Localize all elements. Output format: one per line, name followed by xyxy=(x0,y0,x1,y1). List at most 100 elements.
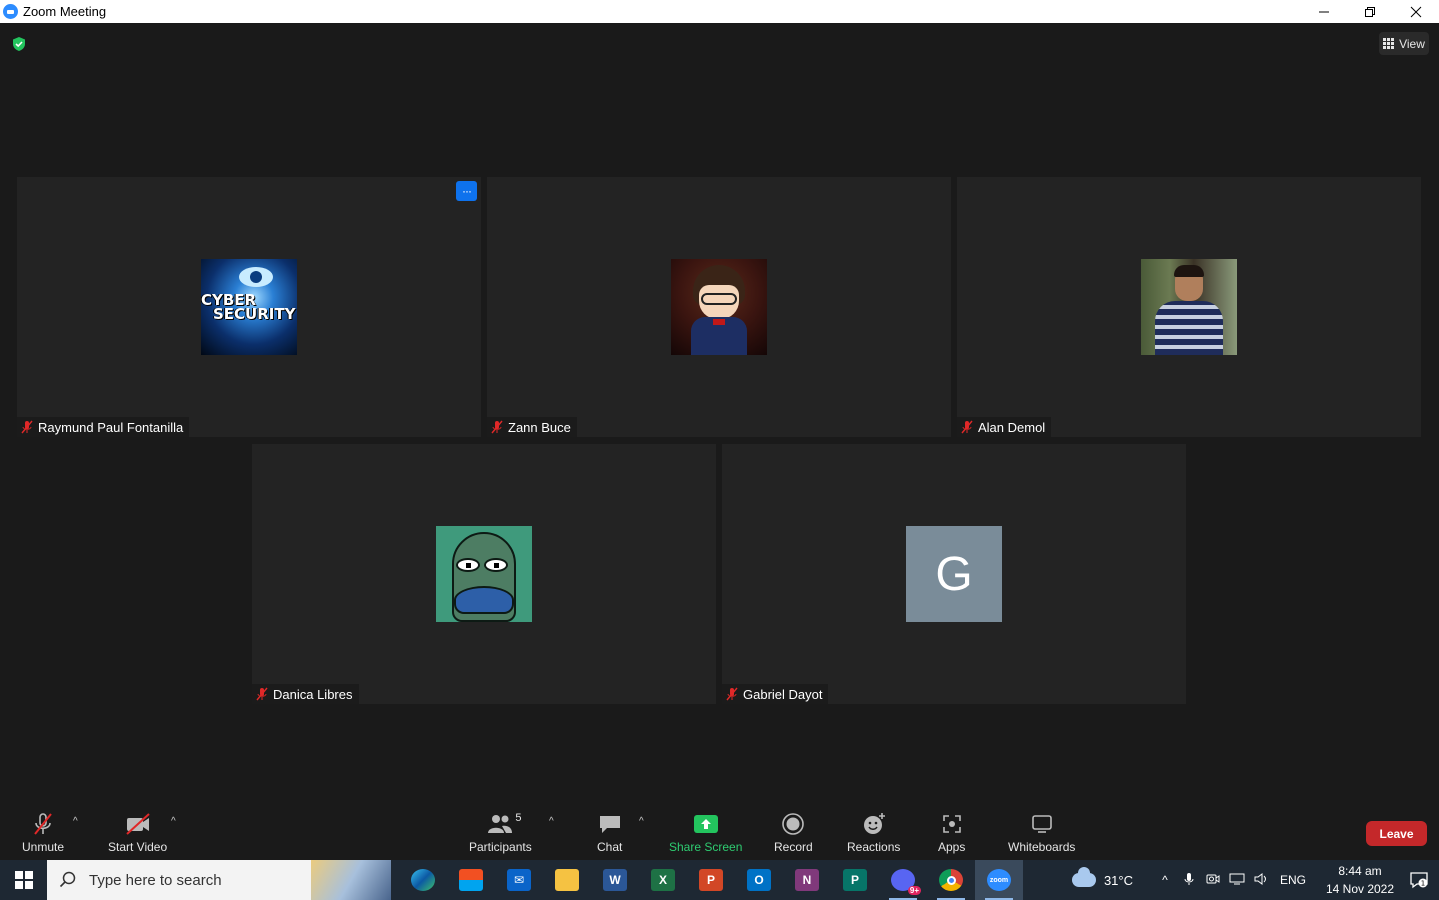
participant-name-tag: Zann Buce xyxy=(487,417,577,437)
publisher-app[interactable]: P xyxy=(831,860,879,900)
chat-icon xyxy=(599,816,620,833)
encryption-shield-icon[interactable] xyxy=(11,36,27,52)
notification-icon: 1 xyxy=(1410,872,1428,889)
participant-tile[interactable]: Alan Demol xyxy=(957,177,1421,437)
chrome-icon xyxy=(939,869,963,891)
onenote-app[interactable]: N xyxy=(783,860,831,900)
unmute-button[interactable]: Unmute xyxy=(22,810,64,854)
record-button[interactable]: Record xyxy=(774,810,813,854)
view-button[interactable]: View xyxy=(1379,32,1429,55)
whiteboard-icon xyxy=(1031,815,1052,833)
notification-center-button[interactable]: 1 xyxy=(1399,871,1439,889)
clock-time: 8:44 am xyxy=(1338,864,1382,878)
start-button[interactable] xyxy=(0,860,47,900)
powerpoint-app[interactable]: P xyxy=(687,860,735,900)
participant-name: Gabriel Dayot xyxy=(743,686,823,702)
excel-icon: X xyxy=(651,869,675,891)
microphone-icon[interactable] xyxy=(1177,872,1201,889)
word-app[interactable]: W xyxy=(591,860,639,900)
more-options-button[interactable]: ··· xyxy=(456,181,477,201)
participant-tile[interactable]: Danica Libres xyxy=(252,444,716,704)
mic-muted-icon xyxy=(491,420,503,434)
participants-options-caret[interactable]: ^ xyxy=(549,816,554,827)
chevron-up-icon[interactable]: ^ xyxy=(1153,873,1177,887)
start-video-button[interactable]: Start Video xyxy=(108,810,167,854)
video-options-caret[interactable]: ^ xyxy=(171,816,176,827)
mail-app[interactable]: ✉ xyxy=(495,860,543,900)
minimize-button[interactable] xyxy=(1301,0,1347,23)
participant-avatar xyxy=(1141,259,1237,355)
participant-name-tag: Gabriel Dayot xyxy=(722,684,829,704)
mic-muted-icon xyxy=(34,813,52,835)
weather-widget[interactable]: 31°C xyxy=(1071,867,1133,888)
explorer-app[interactable] xyxy=(543,860,591,900)
share-screen-button[interactable]: Share Screen xyxy=(669,810,742,854)
meeting-area: View CYBER SECURITY ··· Raymund Paul Font… xyxy=(0,23,1439,800)
apps-button[interactable]: Apps xyxy=(938,810,965,854)
edge-icon xyxy=(411,869,435,891)
powerpoint-icon: P xyxy=(699,869,723,891)
outlook-app[interactable]: O xyxy=(735,860,783,900)
record-icon xyxy=(782,813,805,835)
windows-taskbar: Type here to search ✉ W X P O N P 9+ zoo… xyxy=(0,860,1439,900)
grid-view-icon xyxy=(1383,38,1395,49)
chrome-app[interactable] xyxy=(927,860,975,900)
participant-name-tag: Raymund Paul Fontanilla xyxy=(17,417,190,437)
participant-avatar xyxy=(671,259,767,355)
zoom-app[interactable]: zoom xyxy=(975,860,1023,900)
video-off-icon xyxy=(125,813,150,835)
discord-icon: 9+ xyxy=(891,869,921,895)
system-tray: 31°C ^ ENG 8:44 am 14 Nov 2022 1 xyxy=(1071,860,1439,900)
window-title: Zoom Meeting xyxy=(23,4,107,19)
search-placeholder: Type here to search xyxy=(89,871,222,889)
share-screen-icon xyxy=(693,815,718,833)
windows-logo-icon xyxy=(14,871,33,889)
discord-app[interactable]: 9+ xyxy=(879,860,927,900)
network-icon[interactable] xyxy=(1225,873,1249,888)
search-icon xyxy=(59,871,76,888)
leave-button[interactable]: Leave xyxy=(1366,821,1427,846)
participant-name-tag: Alan Demol xyxy=(957,417,1052,437)
taskbar-clock[interactable]: 8:44 am 14 Nov 2022 xyxy=(1321,862,1399,898)
title-bar: Zoom Meeting xyxy=(0,0,1439,23)
publisher-icon: P xyxy=(843,869,867,891)
meeting-toolbar: Unmute ^ Start Video ^ 5 Participants ^ … xyxy=(0,800,1439,860)
mic-muted-icon xyxy=(256,687,268,701)
clock-date: 14 Nov 2022 xyxy=(1325,882,1395,896)
participant-tile[interactable]: CYBER SECURITY ··· Raymund Paul Fontanill… xyxy=(17,177,481,437)
close-icon xyxy=(1410,6,1422,17)
zoom-app-icon xyxy=(3,4,18,19)
search-highlight-image xyxy=(311,860,391,900)
minimize-icon xyxy=(1319,11,1329,12)
word-icon: W xyxy=(603,869,627,891)
close-button[interactable] xyxy=(1393,0,1439,23)
participant-name: Danica Libres xyxy=(273,686,353,702)
mic-muted-icon xyxy=(726,687,738,701)
excel-app[interactable]: X xyxy=(639,860,687,900)
mic-muted-icon xyxy=(21,420,33,434)
store-icon xyxy=(459,869,483,891)
chat-button[interactable]: Chat xyxy=(597,810,622,854)
edge-app[interactable] xyxy=(399,860,447,900)
cloud-icon xyxy=(1071,867,1096,887)
participant-tile[interactable]: G Gabriel Dayot xyxy=(722,444,1186,704)
audio-options-caret[interactable]: ^ xyxy=(73,816,78,827)
taskbar-search[interactable]: Type here to search xyxy=(47,860,391,900)
participants-icon xyxy=(488,815,513,833)
participant-name: Zann Buce xyxy=(508,419,571,435)
chat-options-caret[interactable]: ^ xyxy=(639,816,644,827)
participant-tile[interactable]: Zann Buce xyxy=(487,177,951,437)
whiteboards-button[interactable]: Whiteboards xyxy=(1008,810,1075,854)
speaker-icon[interactable] xyxy=(1249,872,1273,889)
store-app[interactable] xyxy=(447,860,495,900)
participant-name: Alan Demol xyxy=(978,419,1046,435)
reactions-button[interactable]: Reactions xyxy=(847,810,900,854)
mail-icon: ✉ xyxy=(507,869,531,891)
temperature: 31°C xyxy=(1103,872,1133,888)
participants-button[interactable]: 5 Participants xyxy=(469,810,532,854)
reactions-icon xyxy=(863,813,885,834)
restore-button[interactable] xyxy=(1347,0,1393,23)
camera-icon[interactable] xyxy=(1201,873,1225,888)
language-indicator[interactable]: ENG xyxy=(1273,873,1313,887)
participant-name-tag: Danica Libres xyxy=(252,684,359,704)
